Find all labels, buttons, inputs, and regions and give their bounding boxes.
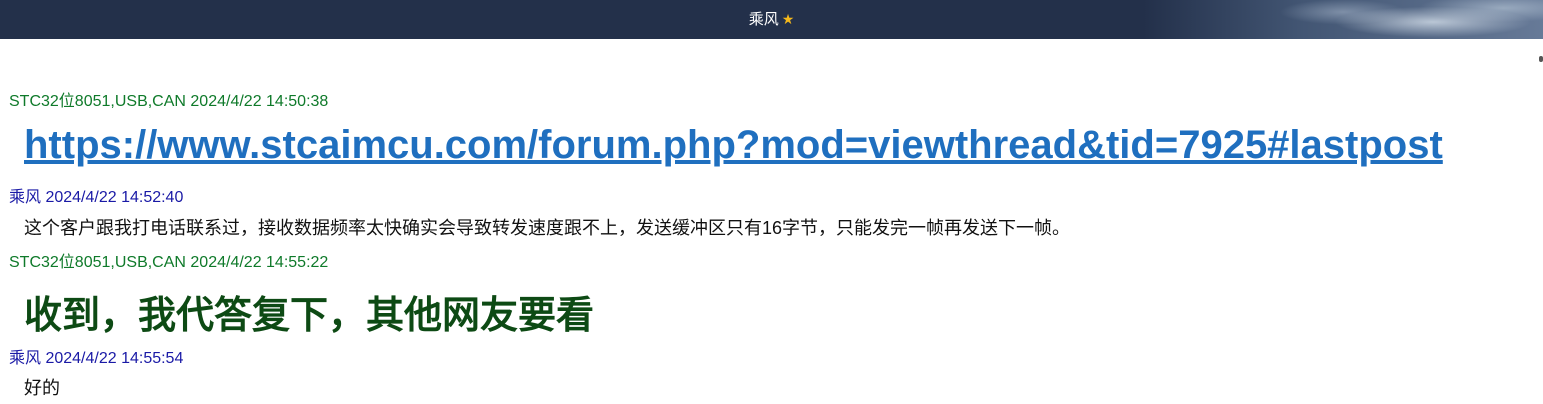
- message-text: 好的: [24, 378, 60, 398]
- message-text: 这个客户跟我打电话联系过，接收数据频率太快确实会导致转发速度跟不上，发送缓冲区只…: [24, 218, 1071, 238]
- message-meta: 乘风 2024/4/22 14:55:54: [9, 350, 184, 367]
- message-meta: 乘风 2024/4/22 14:52:40: [9, 189, 184, 206]
- chat-title-text: 乘风: [748, 11, 779, 28]
- message-text: 收到，我代答复下，其他网友要看: [24, 295, 595, 337]
- star-icon[interactable]: ★: [782, 0, 795, 39]
- message-meta: STC32位8051,USB,CAN 2024/4/22 14:55:22: [9, 254, 329, 271]
- window-titlebar: 乘风 ★: [0, 0, 1543, 39]
- message-meta: STC32位8051,USB,CAN 2024/4/22 14:50:38: [9, 93, 329, 110]
- scrollbar-thumb[interactable]: [1539, 56, 1543, 62]
- chat-title: 乘风 ★: [0, 0, 1543, 39]
- message-link[interactable]: https://www.stcaimcu.com/forum.php?mod=v…: [24, 123, 1443, 168]
